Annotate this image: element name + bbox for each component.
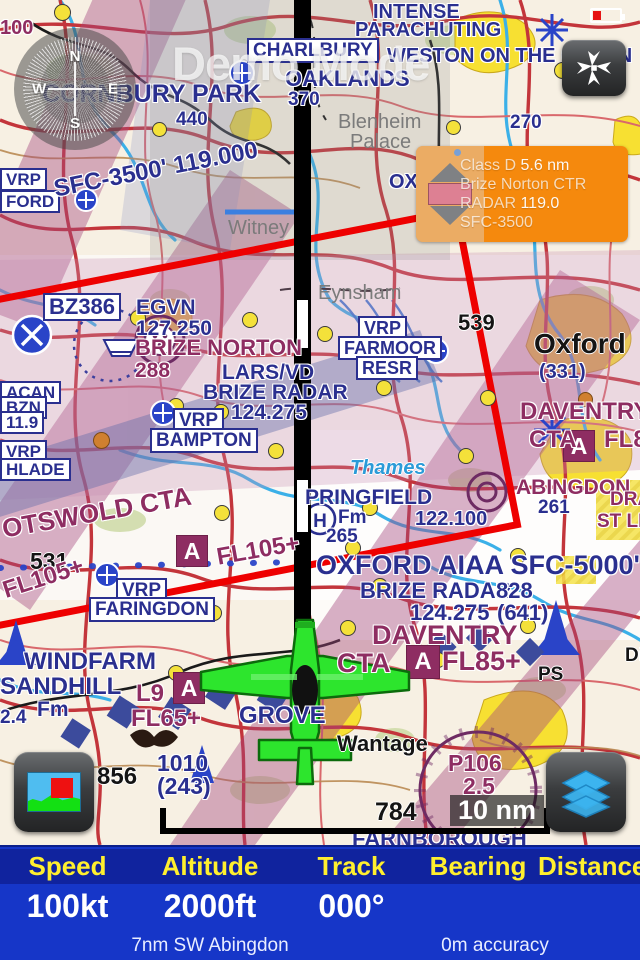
map-layers-button[interactable] xyxy=(546,752,626,832)
gps-accuracy-text: 0m accuracy xyxy=(441,935,549,956)
map-waypoint-dot xyxy=(480,390,496,406)
header-track: Track xyxy=(317,851,386,881)
collapse-arrows-icon xyxy=(577,51,611,85)
map-waypoint-dot xyxy=(213,404,229,420)
map-town-dot xyxy=(93,432,110,449)
airspace-radar-label: RADAR xyxy=(460,195,517,212)
battery-tip xyxy=(622,14,625,20)
compass-south-label: S xyxy=(69,115,81,132)
map-waypoint-dot xyxy=(317,326,333,342)
compass-east-label: E xyxy=(107,80,118,98)
nav-app-screen: H A A A A INTENSE PARACHUTING WESTON ON … xyxy=(0,0,640,960)
map-waypoint-dot xyxy=(446,120,461,135)
map-waypoint-dot xyxy=(376,380,392,396)
airspace-name: Brize Norton CTR xyxy=(460,176,587,193)
map-town-dot xyxy=(578,392,593,407)
compass-west-label: W xyxy=(32,80,47,98)
svg-text:H: H xyxy=(313,511,327,532)
collapse-fullscreen-button[interactable] xyxy=(562,40,626,96)
data-value-row: 100kt 2000ft 000° xyxy=(0,885,640,927)
map-waypoint-dot xyxy=(520,618,536,634)
map-waypoint-dot xyxy=(345,540,361,556)
map-waypoint-dot xyxy=(268,443,284,459)
map-scale-bar: 10 nm xyxy=(160,793,550,838)
header-altitude: Altitude xyxy=(161,851,259,881)
demo-mode-watermark: Demo Mode xyxy=(172,37,430,90)
track-segment-white xyxy=(297,300,308,348)
airspace-class-chip: A xyxy=(563,430,595,462)
scale-bar-line xyxy=(160,828,550,834)
map-waypoint-dot xyxy=(152,122,167,137)
vrp-symbol xyxy=(94,562,120,588)
map-waypoint-dot xyxy=(214,505,230,521)
airspace-vertical-limits: SFC-3500 xyxy=(460,214,533,231)
map-waypoint-dot xyxy=(458,448,474,464)
airspace-class-chip: A xyxy=(176,535,208,567)
ownship-aircraft-symbol xyxy=(199,618,411,786)
compass-north-label: N xyxy=(69,48,81,65)
map-waypoint-dot xyxy=(362,500,378,516)
battery-icon xyxy=(590,8,625,23)
layers-icon xyxy=(561,770,611,818)
airspace-class-row: Class D 5.6 nm xyxy=(460,156,586,175)
value-altitude: 2000ft xyxy=(163,887,257,924)
terrain-red-marker xyxy=(51,778,73,798)
scale-tick-left xyxy=(160,808,166,834)
airspace-radar-freq: 119.0 xyxy=(520,195,560,212)
map-waypoint-dot xyxy=(242,312,258,328)
data-footer-row: 7nm SW Abingdon 0m accuracy xyxy=(0,935,640,960)
header-bearing: Bearing xyxy=(429,851,527,881)
terrain-profile-icon xyxy=(27,772,81,812)
airspace-distance-value: 5.6 nm xyxy=(520,157,570,174)
airspace-info-popup[interactable]: Class D 5.6 nm Brize Norton CTR RADAR 11… xyxy=(416,146,628,242)
airspace-info-text: Class D 5.6 nm Brize Norton CTR RADAR 11… xyxy=(460,156,586,232)
scale-label: 10 nm xyxy=(449,795,544,826)
header-speed: Speed xyxy=(28,851,107,881)
track-segment-white xyxy=(297,480,308,532)
map-waypoint-dot xyxy=(510,548,526,564)
vrp-symbol xyxy=(74,188,98,212)
compass-rose[interactable]: N S W E xyxy=(14,28,136,150)
airspace-class-label: Class D xyxy=(460,157,517,174)
battery-fill xyxy=(593,11,602,20)
vrp-symbol xyxy=(423,338,449,364)
map-waypoint-dot xyxy=(372,578,388,594)
map-waypoint-dot xyxy=(54,4,71,21)
value-speed: 100kt xyxy=(26,887,109,924)
flight-data-bar: Speed Altitude Track Bearing Distance 10… xyxy=(0,845,640,960)
data-header-row: Speed Altitude Track Bearing Distance xyxy=(0,849,640,884)
vrp-symbol xyxy=(150,400,176,426)
compass-crosshair xyxy=(48,62,102,116)
header-distance: Distance xyxy=(538,851,640,881)
terrain-profile-button[interactable] xyxy=(14,752,94,832)
map-waypoint-dot xyxy=(130,310,146,326)
airspace-radar-row: RADAR 119.0 xyxy=(460,194,586,213)
value-track: 000° xyxy=(318,887,385,924)
